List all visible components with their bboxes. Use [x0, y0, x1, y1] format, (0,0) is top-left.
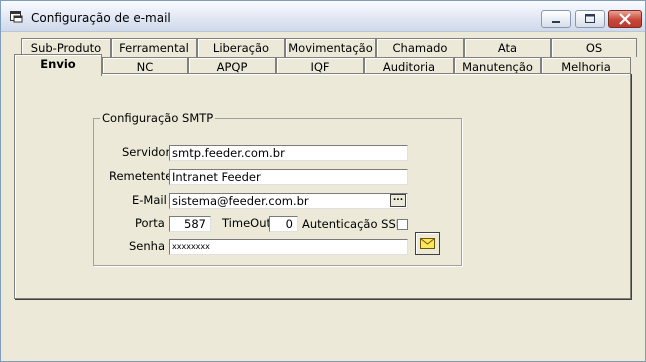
remetente-label: Remetente: [109, 169, 173, 183]
timeout-field[interactable]: 0: [269, 216, 298, 232]
tab-chamado[interactable]: Chamado: [376, 38, 464, 57]
tab-ferramental[interactable]: Ferramental: [111, 38, 197, 57]
window-title: Configuração de e-mail: [31, 11, 171, 25]
close-icon: [619, 13, 631, 25]
tab-liberacao[interactable]: Liberação: [197, 38, 285, 57]
email-config-window: Configuração de e-mail Sub-Produto Ferra…: [0, 0, 646, 362]
senha-label: Senha: [129, 239, 165, 253]
ssl-checkbox[interactable]: [397, 219, 408, 230]
close-button[interactable]: [608, 10, 642, 28]
email-field[interactable]: sistema@feeder.com.br: [169, 193, 408, 209]
servidor-label: Servidor: [122, 145, 171, 159]
tab-movimentacao[interactable]: Movimentação: [285, 38, 376, 57]
minimize-button[interactable]: [541, 10, 571, 28]
porta-label: Porta: [135, 216, 165, 230]
app-icon: [10, 11, 23, 23]
tab-envio[interactable]: Envio: [14, 54, 102, 76]
smtp-group-title: Configuração SMTP: [100, 111, 216, 125]
timeout-label: TimeOut: [222, 216, 271, 230]
servidor-field[interactable]: smtp.feeder.com.br: [169, 145, 408, 161]
email-label: E-Mail: [132, 193, 167, 207]
ssl-label: Autenticação SSL: [302, 217, 403, 231]
senha-field[interactable]: xxxxxxxx: [169, 239, 408, 255]
tab-ata[interactable]: Ata: [464, 38, 551, 57]
minimize-icon: [552, 21, 560, 23]
maximize-icon: [585, 14, 595, 23]
maximize-button[interactable]: [575, 10, 605, 28]
email-browse-button[interactable]: ...: [390, 194, 406, 207]
tab-os[interactable]: OS: [551, 38, 637, 57]
porta-field[interactable]: 587: [169, 216, 211, 232]
remetente-field[interactable]: Intranet Feeder: [169, 169, 408, 185]
title-bar[interactable]: Configuração de e-mail: [1, 1, 645, 32]
send-test-email-button[interactable]: [415, 232, 440, 255]
envelope-icon: [420, 238, 435, 249]
